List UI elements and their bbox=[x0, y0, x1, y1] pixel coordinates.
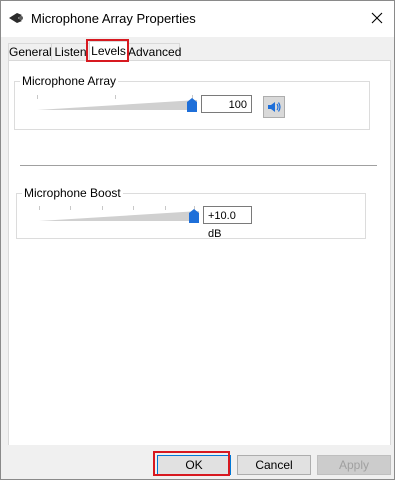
speaker-icon bbox=[268, 102, 281, 112]
ok-button[interactable]: OK bbox=[157, 455, 231, 475]
microphone-boost-slider[interactable] bbox=[39, 206, 199, 223]
microphone-icon bbox=[8, 11, 26, 25]
microphone-array-value[interactable]: 100 bbox=[201, 95, 252, 113]
divider bbox=[20, 165, 377, 166]
slider-track bbox=[37, 100, 197, 110]
microphone-array-group: Microphone Array 100 bbox=[14, 74, 370, 130]
apply-button[interactable]: Apply bbox=[317, 455, 391, 475]
tab-levels[interactable]: Levels bbox=[89, 41, 128, 61]
slider-track bbox=[39, 211, 199, 221]
window-title: Microphone Array Properties bbox=[31, 11, 196, 26]
microphone-array-slider[interactable] bbox=[37, 95, 197, 112]
cancel-button[interactable]: Cancel bbox=[237, 455, 311, 475]
close-icon bbox=[371, 12, 383, 24]
slider-thumb[interactable] bbox=[187, 98, 197, 112]
tab-strip: General Listen Levels Advanced bbox=[8, 39, 388, 62]
title-bar: Microphone Array Properties bbox=[1, 1, 394, 37]
microphone-boost-group: Microphone Boost +10.0 dB bbox=[16, 186, 366, 240]
levels-panel: Microphone Array 100 Microphone Boost +1… bbox=[8, 60, 391, 447]
properties-dialog: Microphone Array Properties General List… bbox=[0, 0, 395, 480]
microphone-boost-value[interactable]: +10.0 dB bbox=[203, 206, 252, 240]
tab-general[interactable]: General bbox=[8, 43, 52, 61]
tab-listen[interactable]: Listen bbox=[51, 43, 90, 61]
mute-toggle-button[interactable] bbox=[263, 96, 285, 118]
microphone-array-label: Microphone Array bbox=[20, 74, 119, 88]
close-button[interactable] bbox=[364, 6, 390, 30]
tab-advanced[interactable]: Advanced bbox=[127, 43, 181, 61]
dialog-footer: OK Cancel Apply bbox=[1, 445, 394, 479]
microphone-boost-label: Microphone Boost bbox=[22, 186, 123, 200]
slider-thumb[interactable] bbox=[189, 209, 199, 223]
